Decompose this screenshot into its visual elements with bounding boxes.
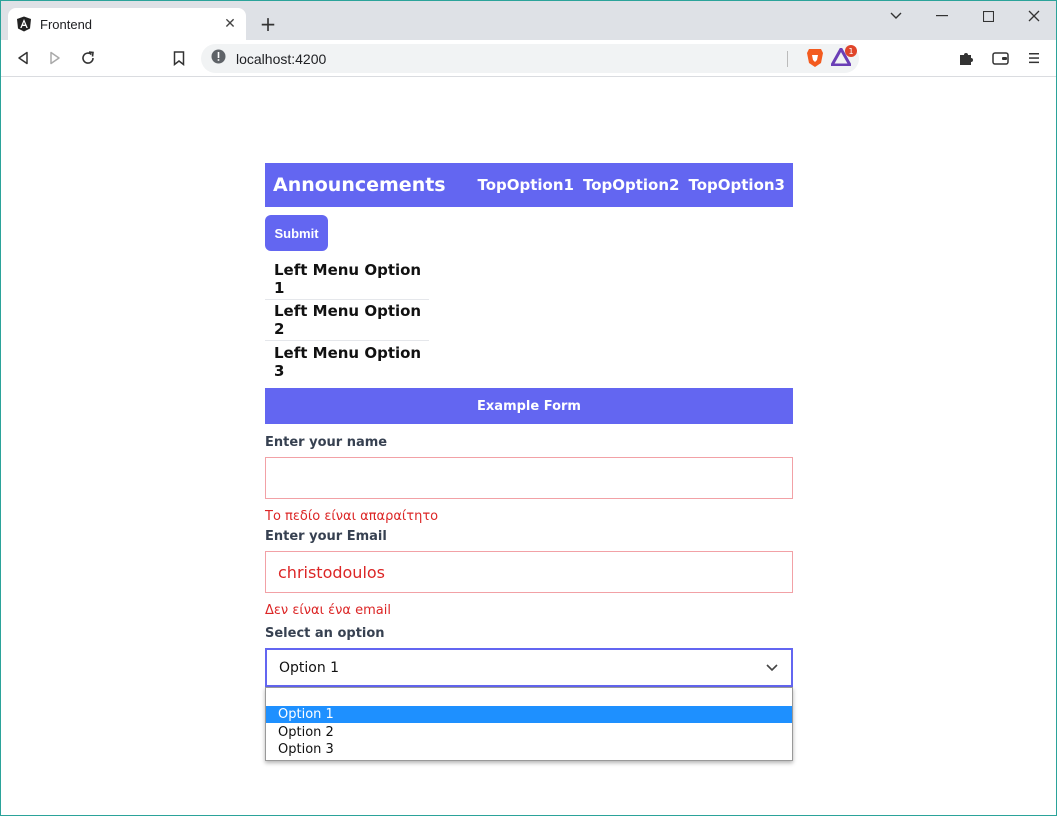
- browser-window: Frontend ✕ + localhost:4200 1 Announceme…: [0, 0, 1057, 816]
- left-menu-item-3[interactable]: Left Menu Option 3: [265, 341, 429, 382]
- address-bar[interactable]: localhost:4200 1: [201, 44, 859, 73]
- name-field[interactable]: [265, 457, 793, 499]
- wallet-icon[interactable]: [987, 45, 1013, 71]
- window-close-icon[interactable]: [1011, 1, 1056, 31]
- select-value: Option 1: [279, 659, 340, 676]
- angular-icon: [16, 16, 32, 32]
- top-option-2[interactable]: TopOption2: [583, 176, 680, 194]
- menu-icon[interactable]: [1021, 45, 1047, 71]
- tab-title: Frontend: [40, 16, 93, 32]
- left-menu-item-2[interactable]: Left Menu Option 2: [265, 300, 429, 341]
- select-dropdown: Option 1 Option 2 Option 3: [265, 687, 793, 761]
- new-tab-icon[interactable]: +: [257, 12, 279, 36]
- extensions-icon[interactable]: [953, 45, 979, 71]
- bookmark-icon[interactable]: [166, 45, 192, 71]
- dropdown-option-1[interactable]: Option 1: [266, 706, 792, 723]
- tab-search-icon[interactable]: [873, 1, 919, 31]
- dropdown-option-3[interactable]: Option 3: [266, 741, 792, 758]
- select-label: Select an option: [265, 626, 385, 641]
- brand-title[interactable]: Announcements: [273, 174, 468, 196]
- dropdown-option-2[interactable]: Option 2: [266, 724, 792, 741]
- rewards-badge: 1: [845, 45, 857, 57]
- email-field[interactable]: christodoulos: [265, 551, 793, 593]
- forward-icon[interactable]: [42, 45, 68, 71]
- browser-toolbar: localhost:4200 1: [1, 40, 1056, 77]
- option-select[interactable]: Option 1: [265, 648, 793, 687]
- left-menu-item-1[interactable]: Left Menu Option 1: [265, 259, 429, 300]
- brave-shields-icon[interactable]: [806, 48, 826, 68]
- chevron-down-icon: [765, 660, 779, 674]
- omnibox-divider: [787, 51, 788, 67]
- maximize-icon[interactable]: [965, 1, 1011, 31]
- submit-button[interactable]: Submit: [265, 215, 328, 251]
- url-text: localhost:4200: [236, 50, 327, 67]
- form-header: Example Form: [265, 388, 793, 424]
- app-root: Announcements TopOption1 TopOption2 TopO…: [265, 163, 793, 761]
- top-option-3[interactable]: TopOption3: [688, 176, 785, 194]
- top-navbar: Announcements TopOption1 TopOption2 TopO…: [265, 163, 793, 207]
- reload-icon[interactable]: [75, 45, 101, 71]
- brave-rewards-icon[interactable]: 1: [830, 45, 857, 70]
- site-info-icon[interactable]: [211, 49, 226, 68]
- name-error: Το πεδίο είναι απαραίτητο: [265, 509, 439, 524]
- back-icon[interactable]: [10, 45, 36, 71]
- minimize-icon[interactable]: [919, 1, 965, 31]
- name-label: Enter your name: [265, 435, 388, 450]
- email-label: Enter your Email: [265, 529, 387, 544]
- email-error: Δεν είναι ένα email: [265, 603, 391, 618]
- left-menu: Left Menu Option 1 Left Menu Option 2 Le…: [265, 259, 429, 382]
- top-option-1[interactable]: TopOption1: [477, 176, 574, 194]
- close-icon[interactable]: ✕: [222, 16, 238, 32]
- browser-tab[interactable]: Frontend ✕: [8, 8, 246, 40]
- tab-strip: Frontend ✕ +: [1, 1, 1056, 40]
